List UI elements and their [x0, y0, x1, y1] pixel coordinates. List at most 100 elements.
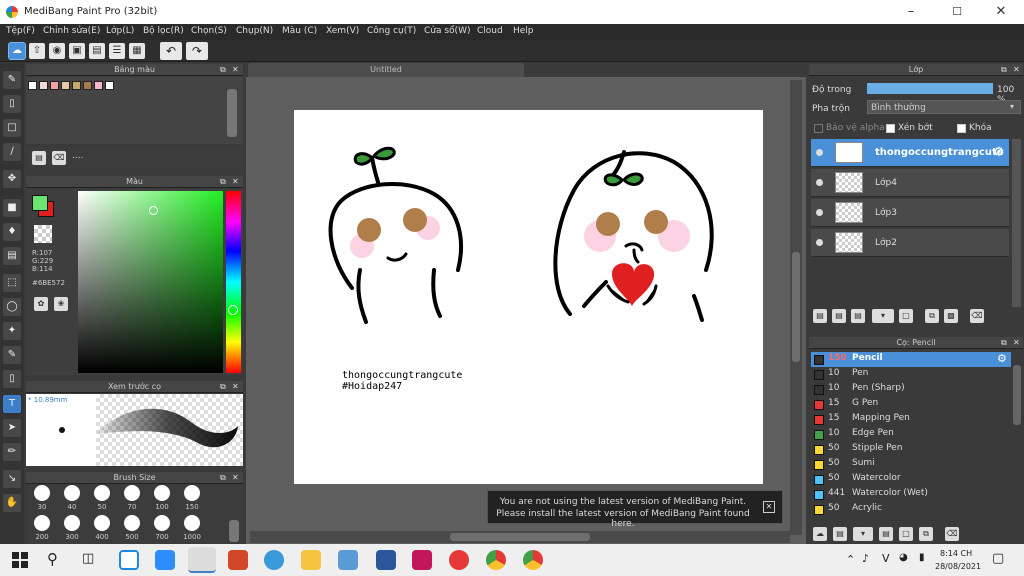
cloud-icon[interactable]: ☁: [8, 42, 26, 60]
new-halftone-layer-icon[interactable]: ▤: [832, 309, 846, 323]
clock-date[interactable]: 28/08/2021: [935, 562, 981, 571]
main-color-swatch[interactable]: [32, 195, 48, 211]
update-notification[interactable]: You are not using the latest version of …: [487, 490, 783, 529]
gear-icon[interactable]: ⚙: [997, 352, 1007, 365]
undo-icon[interactable]: ↶: [160, 42, 182, 60]
eyedropper-tool-icon[interactable]: ↘: [3, 470, 21, 488]
new-layer-icon[interactable]: ▤: [813, 309, 827, 323]
operation-tool-icon[interactable]: ➤: [3, 419, 21, 437]
menu-snap[interactable]: Chụp(N): [236, 26, 273, 36]
palette-scrollbar[interactable]: [227, 89, 237, 137]
language-indicator[interactable]: V: [882, 552, 890, 565]
copy-layer-icon[interactable]: ▤: [851, 309, 865, 323]
chrome-icon[interactable]: [486, 550, 506, 570]
palette-menu-dots[interactable]: ....: [72, 151, 83, 161]
hand-tool-icon[interactable]: ✋: [3, 494, 21, 512]
fill-tool-icon[interactable]: ■: [3, 199, 21, 217]
close-icon[interactable]: ✕: [763, 501, 775, 513]
file-explorer-icon[interactable]: [301, 550, 321, 570]
canvas-vertical-scrollbar[interactable]: [790, 80, 802, 535]
grid-icon[interactable]: ▦: [129, 43, 145, 59]
comment-icon[interactable]: ◉: [49, 43, 65, 59]
popout-icon[interactable]: ⧉: [220, 176, 226, 188]
cloud-brush-icon[interactable]: ☁: [813, 527, 827, 541]
zalo-icon[interactable]: [119, 550, 139, 570]
canvas-paper[interactable]: thongoccungtrangcute #Hoidap247: [294, 110, 763, 484]
layer-row[interactable]: Lớp2: [811, 229, 1009, 257]
brush-menu-icon[interactable]: ▾: [853, 527, 873, 541]
eye-icon[interactable]: [816, 149, 823, 156]
eye-icon[interactable]: [816, 239, 823, 246]
magic-wand-tool-icon[interactable]: ✦: [3, 322, 21, 340]
color-wheel-icon[interactable]: ✿: [34, 297, 48, 311]
scroll-thumb[interactable]: [792, 252, 800, 362]
maximize-button[interactable]: ☐: [934, 0, 980, 24]
palette-swatch[interactable]: [50, 81, 59, 90]
brush-item[interactable]: 10 Pen (Sharp): [811, 382, 1011, 397]
palette-swatch[interactable]: [39, 81, 48, 90]
move-tool-icon[interactable]: ✥: [3, 170, 21, 188]
popout-icon[interactable]: ⧉: [220, 381, 226, 393]
slack-icon[interactable]: [412, 550, 432, 570]
palette-swatch[interactable]: [28, 81, 37, 90]
layer-row[interactable]: Lớp3: [811, 199, 1009, 227]
brush-size-preset[interactable]: 200: [27, 515, 57, 541]
brush-tool-icon[interactable]: ✎: [3, 71, 21, 89]
select-eraser-tool-icon[interactable]: ▯: [3, 370, 21, 388]
add-layer-menu-icon[interactable]: ▾: [872, 309, 894, 323]
brush-size-preset[interactable]: 40: [57, 485, 87, 511]
wifi-icon[interactable]: ◕: [899, 552, 908, 563]
gear-icon[interactable]: ⚙: [993, 145, 1005, 160]
share-icon[interactable]: ⇧: [29, 43, 45, 59]
delete-color-icon[interactable]: ⌫: [52, 151, 66, 165]
minimize-button[interactable]: –: [888, 0, 934, 24]
color-picker-handle[interactable]: [149, 206, 158, 215]
copy-brush-icon[interactable]: ▤: [879, 527, 893, 541]
notifications-icon[interactable]: ▢: [992, 551, 1004, 566]
select-tool-icon[interactable]: ⬚: [3, 274, 21, 292]
windows-start-icon[interactable]: [12, 552, 28, 568]
store-icon[interactable]: [338, 550, 358, 570]
eye-icon[interactable]: [816, 179, 823, 186]
popout-icon[interactable]: ⧉: [1001, 64, 1007, 76]
brush-size-preset[interactable]: 150: [177, 485, 207, 511]
page-icon[interactable]: ▤: [89, 43, 105, 59]
menu-help[interactable]: Help: [513, 26, 534, 36]
close-icon[interactable]: ✕: [1013, 337, 1020, 349]
color-palette-icon[interactable]: ❀: [54, 297, 68, 311]
menu-window[interactable]: Cửa sổ(W): [424, 26, 470, 36]
clipping-checkbox[interactable]: [886, 124, 895, 133]
brush-item[interactable]: 15 Mapping Pen: [811, 412, 1011, 427]
brush-item[interactable]: 150 Pencil ⚙: [811, 352, 1011, 367]
chevron-up-icon[interactable]: ⌃: [846, 553, 855, 566]
close-icon[interactable]: ✕: [232, 381, 239, 393]
note-icon[interactable]: ▣: [69, 43, 85, 59]
add-brush-icon[interactable]: ▤: [833, 527, 847, 541]
menu-color[interactable]: Màu (C): [282, 26, 317, 36]
word-icon[interactable]: [376, 550, 396, 570]
brush-item[interactable]: 441 Watercolor (Wet): [811, 487, 1011, 502]
document-tab[interactable]: Untitled: [248, 63, 524, 77]
recorder-icon[interactable]: [449, 550, 469, 570]
menu-layer[interactable]: Lớp(L): [106, 26, 134, 36]
brush-size-preset[interactable]: 100: [147, 485, 177, 511]
layer-scrollbar[interactable]: [1012, 139, 1021, 307]
text-tool-icon[interactable]: T: [3, 395, 21, 413]
lock-checkbox[interactable]: [957, 124, 966, 133]
menu-edit[interactable]: Chỉnh sửa(E): [43, 26, 100, 36]
brush-item[interactable]: 15 G Pen: [811, 397, 1011, 412]
search-icon[interactable]: ⚲: [47, 550, 58, 568]
speaker-icon[interactable]: ♪: [862, 552, 869, 565]
brush-item[interactable]: 10 Edge Pen: [811, 427, 1011, 442]
brush-size-preset[interactable]: 300: [57, 515, 87, 541]
menu-file[interactable]: Tệp(F): [6, 26, 35, 36]
menu-view[interactable]: Xem(V): [326, 26, 359, 36]
divide-tool-icon[interactable]: ✏: [3, 443, 21, 461]
brush-size-preset[interactable]: 700: [147, 515, 177, 541]
popout-icon[interactable]: ⧉: [1001, 337, 1007, 349]
battery-icon[interactable]: ▮: [919, 552, 925, 563]
palette-swatch[interactable]: [61, 81, 70, 90]
brush-item[interactable]: 50 Watercolor: [811, 472, 1011, 487]
close-icon[interactable]: ✕: [1013, 64, 1020, 76]
gradient-tool-icon[interactable]: ▤: [3, 247, 21, 265]
